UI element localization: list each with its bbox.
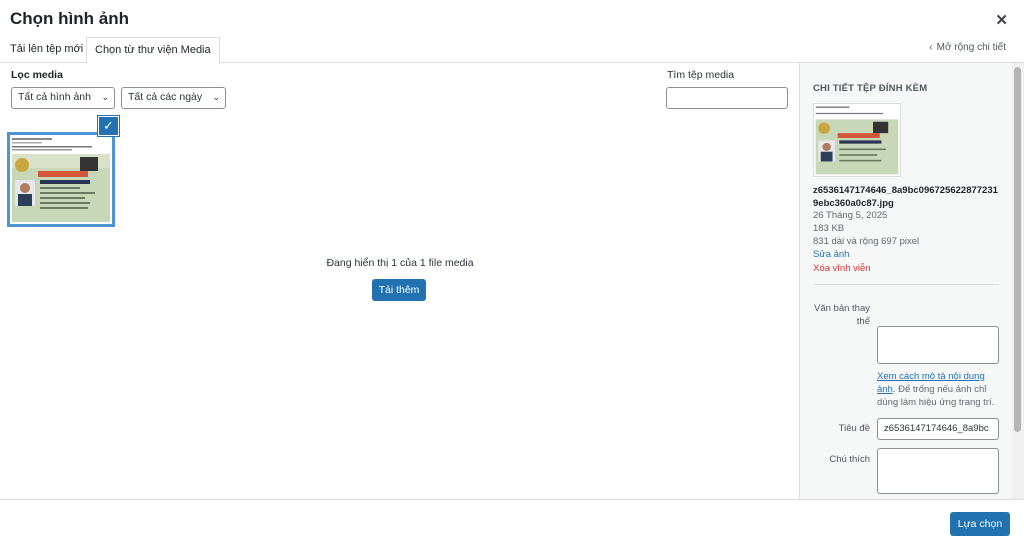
id-card-preview-image [814,104,900,176]
load-more-button[interactable]: Tải thêm [372,279,426,301]
search-label: Tìm tệp media [667,69,735,81]
close-icon[interactable]: ✕ [995,11,1008,29]
caption-label: Chú thích [829,454,870,465]
details-thumbnail [813,103,901,177]
media-type-value: Tất cả hình ảnh [18,91,91,103]
selected-check-icon[interactable]: ✓ [98,116,119,136]
media-modal: Chọn hình ảnh ✕ Tải lên tệp mới Chọn từ … [0,0,1024,544]
details-heading: CHI TIẾT TỆP ĐÍNH KÈM [813,83,928,94]
details-date: 26 Tháng 5, 2025 [813,210,888,221]
modal-footer: Lựa chọn [0,499,1024,544]
tab-media-library[interactable]: Chọn từ thư viện Media [86,37,220,64]
chevron-down-icon: ⌄ [101,92,109,102]
search-input[interactable] [666,87,788,109]
filter-label: Lọc media [11,69,63,81]
details-filename: z6536147174646_8a9bc0967256228772319ebc3… [813,185,998,209]
delete-permanently-link[interactable]: Xóa vĩnh viễn [813,263,871,274]
attachment-details-sidebar: CHI TIẾT TỆP ĐÍNH KÈM z6536147174646_8a9… [799,63,1024,500]
select-button[interactable]: Lựa chọn [950,512,1010,536]
title-label: Tiêu đề [838,423,870,434]
chevron-down-icon: ⌄ [212,92,220,102]
scrollbar-thumb[interactable] [1014,67,1021,432]
attachment-thumbnail[interactable] [7,132,115,227]
details-filesize: 183 KB [813,223,845,234]
dialog-title: Chọn hình ảnh [10,9,129,28]
details-dimensions: 831 dài và rộng 697 pixel [813,236,920,247]
details-divider [813,284,999,285]
alt-text-help: Xem cách mô tả nội dung ảnh. Để trống nế… [877,370,1002,409]
alt-text-label: Văn bản thay thế [814,303,870,327]
tab-bar: Tải lên tệp mới Chọn từ thư viện Media ‹… [0,37,1024,64]
media-type-filter[interactable]: Tất cả hình ảnh ⌄ [11,87,115,109]
expand-details-link[interactable]: ‹ Mở rộng chi tiết [929,42,1006,53]
alt-text-textarea[interactable] [877,326,999,364]
chevron-left-icon: ‹ [929,42,933,53]
id-card-image [10,135,112,224]
caption-textarea[interactable] [877,448,999,494]
date-filter-value: Tất cả các ngày [128,91,203,103]
alt-text-help-text: . Để trống nếu ảnh chỉ dùng làm hiệu ứng… [877,384,995,408]
date-filter[interactable]: Tất cả các ngày ⌄ [121,87,226,109]
expand-details-label: Mở rộng chi tiết [936,42,1006,53]
media-count-status: Đang hiển thị 1 của 1 file media [326,257,474,269]
edit-image-link[interactable]: Sửa ảnh [813,249,849,260]
details-scrollbar[interactable] [1012,63,1024,500]
title-input[interactable]: z6536147174646_8a9bc [877,418,999,440]
tab-upload[interactable]: Tải lên tệp mới [2,37,91,63]
